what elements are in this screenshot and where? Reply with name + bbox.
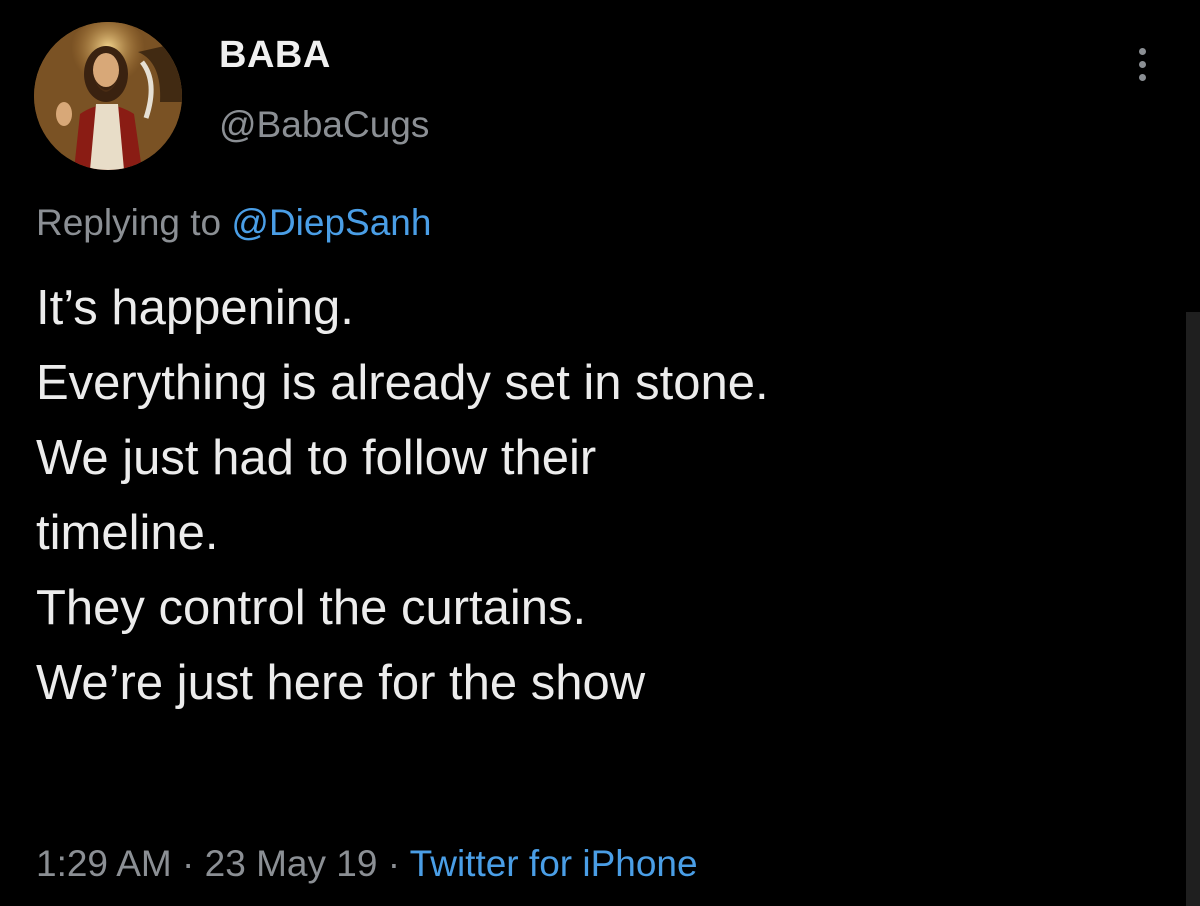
tweet-time[interactable]: 1:29 AM: [36, 843, 172, 884]
tweet-text-line: We’re just here for the show: [36, 656, 646, 710]
more-vertical-icon[interactable]: [1124, 36, 1160, 92]
meta-separator: ·: [387, 843, 401, 884]
tweet-text-line: timeline.: [36, 506, 219, 560]
avatar[interactable]: [34, 22, 182, 170]
scrollbar-thumb[interactable]: [1186, 312, 1200, 906]
menu-dot: [1138, 60, 1146, 68]
user-handle[interactable]: @BabaCugs: [219, 104, 429, 146]
tweet-text-line: It’s happening.: [36, 281, 354, 335]
tweet-text: It’s happening. Everything is already se…: [36, 271, 1156, 721]
tweet-date[interactable]: 23 May 19: [205, 843, 378, 884]
replying-prefix: Replying to: [36, 202, 222, 243]
tweet-source-link[interactable]: Twitter for iPhone: [410, 843, 698, 884]
religious-portrait-avatar-icon: [34, 22, 182, 170]
tweet-metadata: 1:29 AM · 23 May 19 · Twitter for iPhone: [36, 843, 698, 885]
replying-to-line: Replying to @DiepSanh: [36, 202, 431, 244]
tweet-text-line: Everything is already set in stone.: [36, 356, 769, 410]
display-name[interactable]: BABA: [219, 34, 331, 77]
tweet-text-line: We just had to follow their: [36, 431, 597, 485]
meta-separator: ·: [182, 843, 195, 884]
tweet-text-line: They control the curtains.: [36, 581, 587, 635]
menu-dot: [1138, 47, 1146, 55]
replying-mention-link[interactable]: @DiepSanh: [231, 202, 431, 243]
menu-dot: [1138, 73, 1146, 81]
